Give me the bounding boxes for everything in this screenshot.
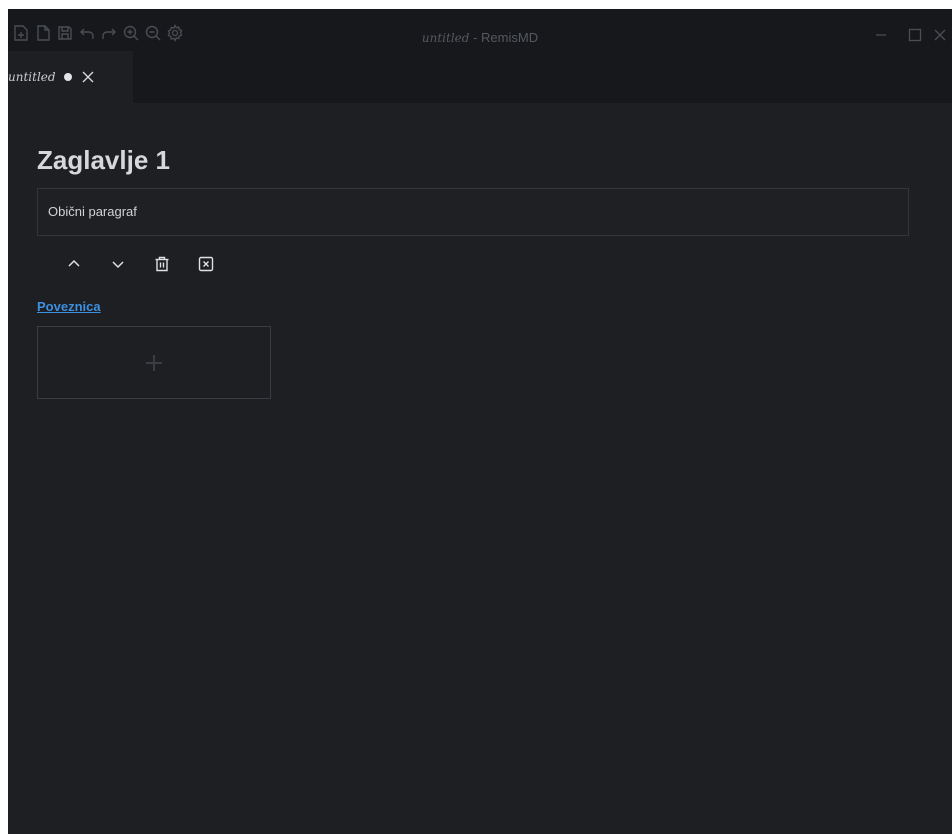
close-icon[interactable] bbox=[80, 69, 96, 85]
title-bar: untitled - RemisMD bbox=[8, 9, 952, 51]
move-up-icon[interactable] bbox=[62, 252, 86, 276]
window-controls bbox=[864, 24, 952, 46]
app-window: untitled - RemisMD untitled Zaglavlje 1 bbox=[8, 9, 952, 834]
window-title-app: RemisMD bbox=[481, 30, 539, 45]
window-title: untitled - RemisMD bbox=[8, 30, 952, 46]
tab-bar: untitled bbox=[8, 51, 952, 103]
tab-label: untitled bbox=[8, 70, 56, 84]
close-window-icon[interactable] bbox=[932, 24, 952, 46]
remove-block-icon[interactable] bbox=[194, 252, 218, 276]
tab-untitled[interactable]: untitled bbox=[8, 51, 133, 103]
minimize-icon[interactable] bbox=[864, 24, 898, 46]
window-title-separator: - bbox=[469, 30, 482, 45]
maximize-icon[interactable] bbox=[898, 24, 932, 46]
move-down-icon[interactable] bbox=[106, 252, 130, 276]
plus-icon bbox=[146, 354, 162, 371]
link-poveznica[interactable]: Poveznica bbox=[37, 299, 101, 314]
paragraph-text[interactable]: Obični paragraf bbox=[48, 204, 137, 219]
add-block-button[interactable] bbox=[37, 326, 271, 399]
delete-trash-icon[interactable] bbox=[150, 252, 174, 276]
window-title-filename: untitled bbox=[421, 31, 470, 45]
editor-content: Zaglavlje 1 Obični paragraf Poveznica bbox=[8, 103, 952, 834]
paragraph-block[interactable]: Obični paragraf bbox=[37, 188, 909, 236]
modified-dot-icon bbox=[63, 73, 72, 81]
heading-block[interactable]: Zaglavlje 1 bbox=[37, 145, 170, 176]
block-toolbar bbox=[62, 252, 238, 276]
